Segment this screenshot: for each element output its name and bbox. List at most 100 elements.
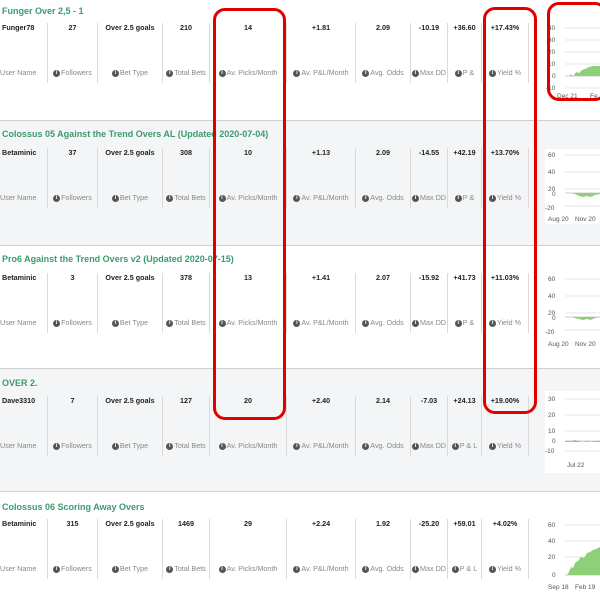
- info-icon[interactable]: i: [293, 565, 301, 573]
- total-bets-cell: 308 i Total Bets: [163, 148, 210, 208]
- av-picks-label: Av. Picks/Month: [226, 193, 278, 202]
- y-tick: -20: [545, 205, 555, 212]
- info-icon[interactable]: i: [362, 69, 370, 77]
- bet-type-label: Bet Type: [119, 441, 149, 450]
- pl-value: +36.60: [453, 23, 476, 32]
- info-icon[interactable]: i: [218, 565, 226, 573]
- info-icon[interactable]: i: [488, 194, 496, 202]
- info-icon[interactable]: i: [488, 319, 496, 327]
- info-icon[interactable]: i: [166, 442, 174, 450]
- tipster-title[interactable]: Pro6 Against the Trend Overs v2 (Updated…: [2, 254, 234, 264]
- tipster-block: Colossus 05 Against the Trend Overs AL (…: [0, 121, 600, 245]
- avg-odds-value: 2.14: [376, 396, 390, 405]
- max-dd-label: Max DD: [420, 564, 446, 573]
- tipster-title[interactable]: OVER 2.: [2, 378, 38, 388]
- avg-odds-value: 1.92: [376, 519, 390, 528]
- pl-area: [565, 66, 600, 77]
- info-icon[interactable]: i: [293, 69, 301, 77]
- info-icon[interactable]: i: [412, 319, 420, 327]
- info-icon[interactable]: i: [362, 442, 370, 450]
- avg-odds-cell: 2.14 i Avg. Odds: [356, 396, 411, 456]
- info-icon[interactable]: i: [166, 194, 174, 202]
- info-icon[interactable]: i: [293, 442, 301, 450]
- info-icon[interactable]: i: [111, 565, 119, 573]
- user-name[interactable]: Funger78: [2, 23, 47, 32]
- info-icon[interactable]: i: [488, 442, 496, 450]
- info-icon[interactable]: i: [362, 319, 370, 327]
- followers-value: 7: [70, 396, 75, 405]
- info-icon[interactable]: i: [454, 194, 462, 202]
- info-icon[interactable]: i: [451, 442, 459, 450]
- info-icon[interactable]: i: [53, 69, 61, 77]
- av-picks-value: 29: [244, 519, 252, 528]
- info-icon[interactable]: i: [218, 194, 226, 202]
- info-icon[interactable]: i: [454, 69, 462, 77]
- stats-row: Dave3310 User Name 7 i Followers Over 2.5 g…: [0, 396, 545, 456]
- followers-label: Followers: [61, 68, 92, 77]
- info-icon[interactable]: i: [166, 565, 174, 573]
- info-icon[interactable]: i: [218, 442, 226, 450]
- info-icon[interactable]: i: [412, 69, 420, 77]
- y-tick: 40: [548, 169, 556, 176]
- yield-label: Yield %: [496, 441, 522, 450]
- av-pl-cell: +2.24 i Av. P&L/Month: [287, 519, 356, 579]
- avg-odds-cell: 2.09 i Avg. Odds: [356, 23, 411, 83]
- info-icon[interactable]: i: [218, 319, 226, 327]
- info-icon[interactable]: i: [53, 565, 61, 573]
- info-icon[interactable]: i: [451, 565, 459, 573]
- info-icon[interactable]: i: [166, 69, 174, 77]
- tipster-title[interactable]: Colossus 05 Against the Trend Overs AL (…: [2, 129, 268, 139]
- info-icon[interactable]: i: [111, 319, 119, 327]
- avg-odds-label: Avg. Odds: [370, 441, 404, 450]
- info-icon[interactable]: i: [53, 194, 61, 202]
- user-name[interactable]: Betaminic: [2, 273, 47, 282]
- y-tick: 20: [548, 49, 556, 56]
- followers-cell: 37 i Followers: [48, 148, 98, 208]
- bet-type-value: Over 2.5 goals: [105, 519, 155, 528]
- info-icon[interactable]: i: [412, 194, 420, 202]
- yield-cell: +19.00% i Yield %: [482, 396, 529, 456]
- tipster-title[interactable]: Colossus 06 Scoring Away Overs: [2, 502, 145, 512]
- info-icon[interactable]: i: [53, 442, 61, 450]
- info-icon[interactable]: i: [362, 194, 370, 202]
- pl-label: P &: [462, 193, 475, 202]
- info-icon[interactable]: i: [412, 565, 420, 573]
- info-icon[interactable]: i: [166, 319, 174, 327]
- user-name[interactable]: Betaminic: [2, 519, 47, 528]
- pl-area: [565, 193, 600, 197]
- followers-cell: 3 i Followers: [48, 273, 98, 333]
- x-tick: Aug 20: [548, 216, 569, 223]
- info-icon[interactable]: i: [488, 565, 496, 573]
- info-icon[interactable]: i: [111, 69, 119, 77]
- bet-type-cell: Over 2.5 goals i Bet Type: [98, 396, 163, 456]
- y-tick: -20: [545, 329, 555, 336]
- info-icon[interactable]: i: [111, 194, 119, 202]
- info-icon[interactable]: i: [53, 319, 61, 327]
- max-dd-cell: -25.20 i Max DD: [411, 519, 448, 579]
- info-icon[interactable]: i: [488, 69, 496, 77]
- user-name[interactable]: Dave3310: [2, 396, 47, 405]
- tipster-title[interactable]: Funger Over 2,5 - 1: [2, 6, 84, 16]
- bet-type-label: Bet Type: [119, 318, 149, 327]
- bet-type-label: Bet Type: [119, 564, 149, 573]
- info-icon[interactable]: i: [218, 69, 226, 77]
- pl-label: P & L: [459, 564, 478, 573]
- info-icon[interactable]: i: [293, 194, 301, 202]
- pl-chart: 40 30 20 10 0 -10 Dec 21 Fe: [545, 14, 600, 100]
- user-cell: Betaminic User Name: [0, 148, 48, 208]
- yield-cell: +4.02% i Yield %: [482, 519, 529, 579]
- info-icon[interactable]: i: [111, 442, 119, 450]
- av-picks-value: 10: [244, 148, 252, 157]
- info-icon[interactable]: i: [454, 319, 462, 327]
- user-name-label: User Name: [0, 441, 37, 450]
- pl-label: P &: [462, 318, 475, 327]
- followers-cell: 27 i Followers: [48, 23, 98, 83]
- info-icon[interactable]: i: [412, 442, 420, 450]
- user-name[interactable]: Betaminic: [2, 148, 47, 157]
- av-pl-label: Av. P&L/Month: [301, 441, 349, 450]
- followers-value: 315: [66, 519, 79, 528]
- info-icon[interactable]: i: [293, 319, 301, 327]
- info-icon[interactable]: i: [362, 565, 370, 573]
- x-tick: Dec 21: [557, 93, 578, 100]
- av-picks-value: 13: [244, 273, 252, 282]
